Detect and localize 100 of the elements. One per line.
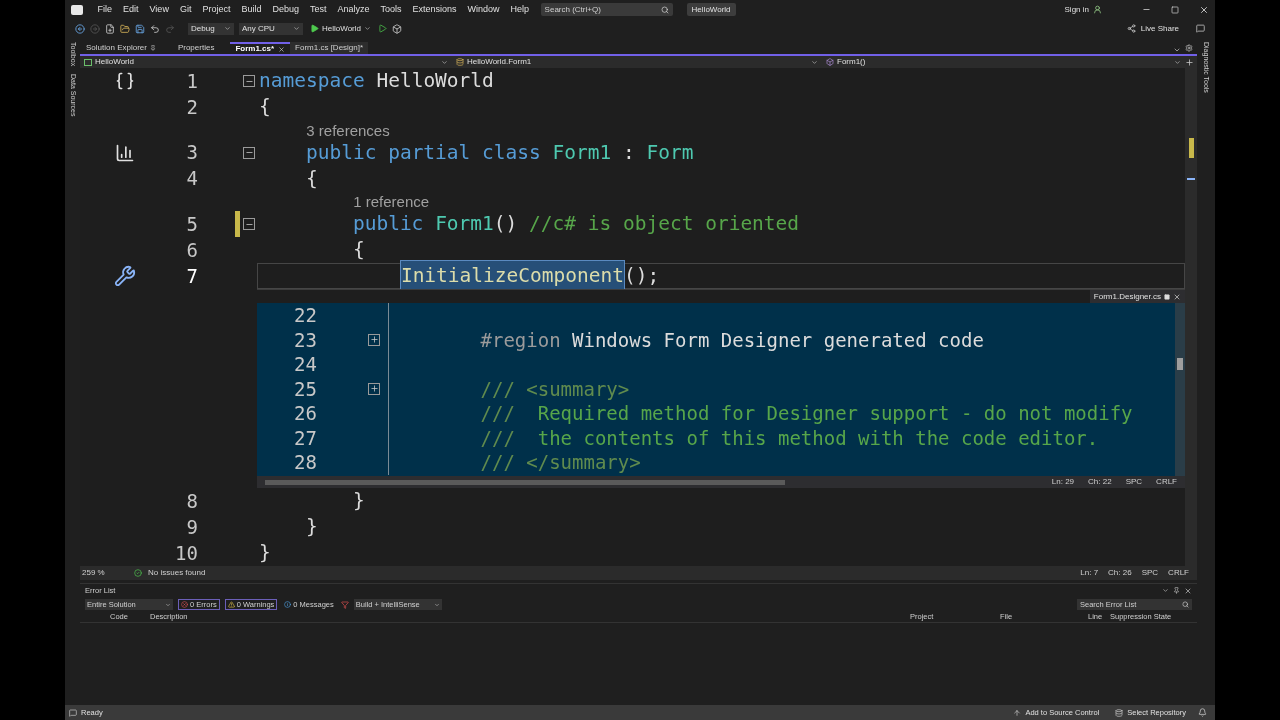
menu-item[interactable]: Project xyxy=(196,2,236,17)
platform-dropdown[interactable]: Any CPU xyxy=(239,22,303,35)
run-without-debugging-icon[interactable] xyxy=(378,24,387,33)
menu-item[interactable]: File xyxy=(92,2,118,17)
undo-icon[interactable] xyxy=(150,23,160,34)
menu-item[interactable]: Analyze xyxy=(332,2,375,17)
menu-item[interactable]: Extensions xyxy=(407,2,463,17)
code-token: { xyxy=(259,94,271,121)
code-token: HelloWorld xyxy=(376,68,494,95)
package-icon[interactable] xyxy=(392,23,402,34)
code-token: { xyxy=(305,165,318,192)
scrollbar[interactable] xyxy=(1175,303,1185,476)
promote-icon[interactable] xyxy=(1164,293,1170,300)
menu-item[interactable]: Build xyxy=(235,2,267,17)
check-icon xyxy=(134,569,142,577)
menu-item[interactable]: Window xyxy=(462,2,506,17)
caret-icon xyxy=(1174,58,1181,66)
configuration-dropdown[interactable]: Debug xyxy=(188,22,234,35)
warning-icon xyxy=(227,601,235,608)
code-token: /// xyxy=(480,425,515,451)
save-icon[interactable] xyxy=(135,23,145,34)
line-number: 4 xyxy=(185,166,198,192)
user-icon[interactable] xyxy=(1093,5,1102,14)
code-token: () xyxy=(493,211,519,238)
caret-icon xyxy=(364,25,371,32)
tool-window-tab[interactable]: Properties xyxy=(171,42,221,54)
code-token: Form xyxy=(646,139,694,166)
line-ending-indicator: CRLF xyxy=(1156,476,1177,488)
menu-item[interactable]: Help xyxy=(505,2,535,17)
notification-icon[interactable] xyxy=(1198,708,1207,717)
line-number: 9 xyxy=(185,514,198,540)
live-share-icon[interactable] xyxy=(1126,24,1136,33)
expand-icon[interactable] xyxy=(368,382,380,395)
menu-item[interactable]: Git xyxy=(174,2,197,17)
start-button[interactable]: HelloWorld xyxy=(308,22,373,35)
type-dropdown[interactable]: HelloWorld.Form1 xyxy=(452,56,822,68)
line-number: 6 xyxy=(185,237,198,263)
member-dropdown[interactable]: Form1() xyxy=(822,56,1185,68)
menu-item[interactable]: Test xyxy=(304,2,332,17)
code-token: Windows Form Designer generated code xyxy=(572,327,984,353)
line-indicator: Ln: 7 xyxy=(1080,567,1099,579)
tool-window-tab[interactable]: Solution Explorer xyxy=(80,42,162,54)
code-token: (); xyxy=(623,263,660,290)
menu-item[interactable]: Debug xyxy=(266,2,305,17)
pin-icon[interactable] xyxy=(1173,587,1180,594)
settings-icon[interactable] xyxy=(1185,44,1193,52)
document-tab[interactable]: Form1.cs [Design]* xyxy=(290,42,369,54)
new-file-icon[interactable] xyxy=(105,23,115,34)
line-number: 7 xyxy=(185,263,198,289)
project-dropdown[interactable]: HelloWorld xyxy=(80,56,452,68)
expand-icon[interactable] xyxy=(368,333,380,346)
split-icon[interactable] xyxy=(1185,57,1194,67)
braces-icon[interactable] xyxy=(115,71,135,91)
collapse-icon[interactable] xyxy=(243,218,255,230)
line-number: 24 xyxy=(293,352,317,377)
horizontal-scrollbar[interactable] xyxy=(265,479,785,485)
code-token: : xyxy=(623,139,636,166)
code-token: Required method for Designer support - do not modify xyxy=(537,401,1133,426)
error-icon xyxy=(181,601,188,608)
live-share-button[interactable]: Live Share xyxy=(1140,22,1179,35)
menu-item[interactable]: Edit xyxy=(117,2,145,17)
sign-in-link[interactable]: Sign in xyxy=(1064,3,1089,16)
document-tab[interactable]: Form1.cs* xyxy=(230,42,291,54)
caret-icon xyxy=(165,601,171,608)
reference-count[interactable]: 1 reference xyxy=(353,193,430,211)
reference-count[interactable]: 3 references xyxy=(306,121,390,140)
code-token: } xyxy=(305,514,318,541)
line-number: 10 xyxy=(174,540,198,566)
collapse-icon[interactable] xyxy=(243,146,255,159)
line-number: 23 xyxy=(293,327,317,353)
collapse-icon[interactable] xyxy=(243,75,255,87)
close-icon[interactable] xyxy=(1199,4,1209,15)
code-token: public xyxy=(352,211,424,238)
chart-icon[interactable] xyxy=(115,142,135,163)
line-indicator: Ln: 29 xyxy=(1051,476,1075,488)
code-token: { xyxy=(352,237,365,264)
search-icon xyxy=(660,5,669,14)
screwdriver-icon[interactable] xyxy=(114,265,136,287)
tab-list-icon[interactable] xyxy=(1173,46,1181,54)
pin-icon[interactable] xyxy=(149,45,156,51)
peek-file-tab[interactable]: Form1.Designer.cs xyxy=(1089,290,1185,303)
restore-icon[interactable] xyxy=(1171,5,1179,14)
caret-icon xyxy=(811,58,818,66)
close-icon[interactable] xyxy=(278,45,286,53)
zoom-level[interactable]: 259 % xyxy=(82,567,118,579)
code-token: //c# is object oriented xyxy=(529,211,800,238)
back-icon[interactable] xyxy=(75,23,85,34)
column-indicator: Ch: 22 xyxy=(1088,476,1112,488)
issues-indicator[interactable]: No issues found xyxy=(148,567,238,579)
folder-icon[interactable] xyxy=(120,23,130,34)
feedback-icon[interactable] xyxy=(1196,24,1205,33)
close-icon[interactable] xyxy=(1173,292,1181,301)
code-token: /// <summary> xyxy=(480,376,630,402)
line-ending-indicator: CRLF xyxy=(1168,567,1189,579)
menu-item[interactable]: View xyxy=(144,2,175,17)
close-icon[interactable] xyxy=(1184,586,1192,595)
dropdown-icon[interactable] xyxy=(1162,587,1169,594)
search-field[interactable]: Search (Ctrl+Q) xyxy=(540,3,673,16)
highlighted-code: InitializeComponent xyxy=(400,261,624,291)
menu-item[interactable]: Tools xyxy=(375,2,408,17)
